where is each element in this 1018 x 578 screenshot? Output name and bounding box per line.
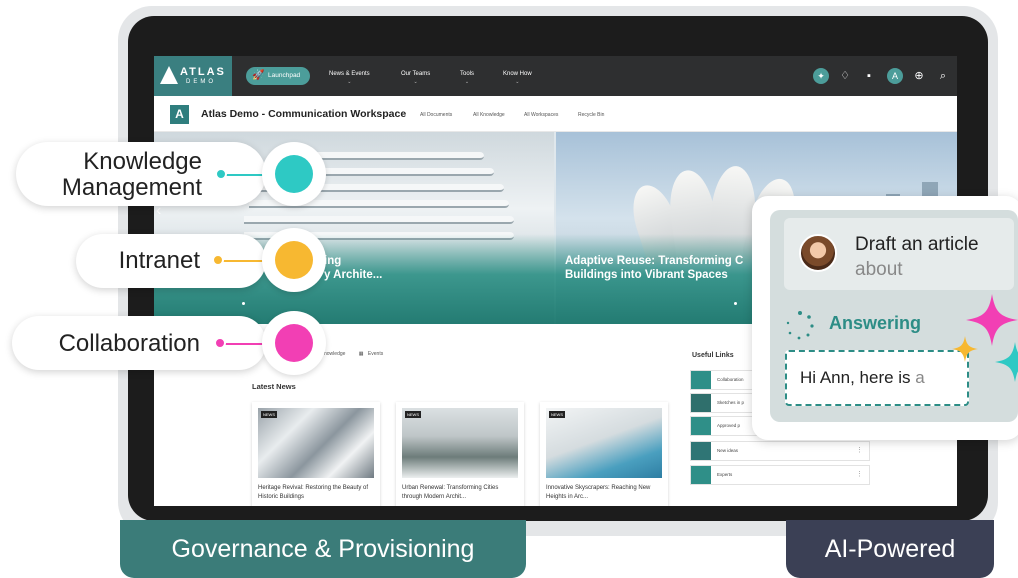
hero-caption-left-line1: ing (324, 255, 342, 267)
news-image: NEWS (546, 408, 662, 478)
carousel-dot[interactable] (734, 302, 737, 305)
reply-main: Hi Ann, here is (800, 368, 916, 387)
useful-link-item[interactable]: Experts ⋮ (690, 465, 870, 485)
copilot-icon[interactable]: A (887, 68, 903, 84)
site-link-all-knowledge[interactable]: All Knowledge (473, 112, 505, 118)
site-link-recycle-bin[interactable]: Recycle Bin (578, 112, 604, 118)
answering-status: Answering (829, 313, 922, 333)
top-navigation: ATLAS DEMO 🚀 Launchpad News & Events ⌄ O… (154, 56, 957, 96)
prompt-faded: about (855, 259, 903, 280)
news-tag: NEWS (261, 411, 277, 418)
chevron-down-icon: ⌄ (347, 79, 352, 85)
knowledge-circle-icon (275, 155, 313, 193)
callout-knowledge-line1: Knowledge (83, 148, 202, 175)
more-icon[interactable]: ⋮ (856, 470, 863, 478)
hero-caption-right[interactable]: Adaptive Reuse: Transforming C Buildings… (565, 254, 743, 282)
hero-caption-right-line2: Buildings into Vibrant Spaces (565, 269, 728, 281)
news-image: NEWS (258, 408, 374, 478)
news-tag: NEWS (549, 411, 565, 418)
chevron-down-icon: ⌄ (464, 79, 470, 85)
chevron-down-icon: ⌄ (413, 79, 418, 85)
nav-our-teams[interactable]: Our Teams ⌄ (401, 71, 431, 85)
link-icon (691, 371, 711, 389)
news-image: NEWS (402, 408, 518, 478)
news-title[interactable]: Urban Renewal: Transforming Cities throu… (402, 484, 520, 502)
useful-link-label: Approved p (717, 423, 741, 428)
loading-spinner-icon (786, 311, 814, 340)
launchpad-label: Launchpad (268, 72, 301, 79)
link-icon (691, 442, 711, 460)
sparkle-yellow-icon (952, 336, 978, 362)
user-prompt-text: Draft an article about (855, 232, 1015, 282)
nav-label: Know How (503, 71, 532, 77)
news-title[interactable]: Innovative Skyscrapers: Reaching New Hei… (546, 484, 664, 502)
ai-powered-banner: AI-Powered (786, 520, 994, 578)
site-header: A Atlas Demo - Communication Workspace A… (154, 96, 957, 132)
tab-events[interactable]: Events (368, 351, 383, 357)
useful-link-label: New ideas (717, 448, 739, 453)
collaboration-circle-icon (275, 324, 313, 362)
useful-link-label: Collaboration (717, 377, 744, 382)
logo-subtext: DEMO (186, 79, 216, 85)
site-logo: A (170, 105, 189, 124)
useful-links-heading: Useful Links (692, 352, 734, 359)
useful-link-label: Sketches in p (717, 400, 745, 405)
latest-news-heading: Latest News (252, 382, 296, 391)
nav-label: News & Events (329, 71, 370, 77)
callout-intranet-label: Intranet (118, 247, 200, 274)
nav-label: Tools (460, 71, 475, 77)
atlas-logo[interactable]: ATLAS DEMO (154, 56, 232, 96)
site-link-all-documents[interactable]: All Documents (420, 112, 452, 118)
prompt-main: Draft an article (855, 234, 979, 255)
news-card[interactable]: NEWS Urban Renewal: Transforming Cities … (396, 402, 524, 506)
atlas-assistant-icon[interactable]: ✦ (813, 68, 829, 84)
user-avatar (799, 234, 837, 272)
site-link-all-workspaces[interactable]: All Workspaces (524, 112, 558, 118)
atlas-logo-mark-icon (160, 66, 178, 84)
knowledge-dot-icon (215, 168, 227, 180)
intranet-circle-icon (275, 241, 313, 279)
reply-faded: a (915, 368, 925, 387)
search-icon[interactable]: ⌕ (935, 68, 951, 84)
link-icon (691, 466, 711, 484)
governance-provisioning-banner: Governance & Provisioning (120, 520, 526, 578)
news-title[interactable]: Heritage Revival: Restoring the Beauty o… (258, 484, 376, 502)
chat-icon[interactable]: ▪ (861, 68, 877, 84)
ai-reply-text: Hi Ann, here is a (800, 368, 925, 388)
bell-icon[interactable]: ♢ (837, 68, 853, 84)
callout-collaboration-label: Collaboration (58, 330, 200, 357)
hero-caption-right-line1: Adaptive Reuse: Transforming C (565, 255, 744, 267)
collaboration-dot-icon (214, 337, 226, 349)
hero-caption-left-line2: y Archite... (324, 269, 383, 281)
news-card[interactable]: NEWS Innovative Skyscrapers: Reaching Ne… (540, 402, 668, 506)
news-card[interactable]: NEWS Heritage Revival: Restoring the Bea… (252, 402, 380, 506)
useful-link-label: Experts (717, 472, 733, 477)
logo-text: ATLAS (180, 66, 226, 78)
site-title[interactable]: Atlas Demo - Communication Workspace (201, 108, 406, 120)
callout-knowledge-label: Knowledge Management (36, 149, 202, 201)
chevron-down-icon: ⌄ (515, 79, 520, 85)
callout-knowledge-line2: Management (61, 174, 202, 201)
link-icon (691, 394, 711, 412)
useful-link-item[interactable]: New ideas ⋮ (690, 441, 870, 461)
intranet-dot-icon (212, 254, 224, 266)
launchpad-button[interactable]: 🚀 Launchpad (246, 67, 310, 85)
content-tabs: nowledge ▦ Events (324, 351, 383, 357)
tab-knowledge[interactable]: nowledge (324, 351, 345, 357)
nav-know-how[interactable]: Know How ⌄ (503, 71, 532, 85)
carousel-dot[interactable] (242, 302, 245, 305)
calendar-icon: ▦ (358, 351, 364, 357)
hero-caption-left[interactable]: ing y Archite... (324, 254, 382, 282)
news-tag: NEWS (405, 411, 421, 418)
more-icon[interactable]: ⋮ (856, 446, 863, 454)
sparkle-teal-icon (995, 342, 1018, 382)
nav-news-events[interactable]: News & Events ⌄ (329, 71, 370, 85)
add-circle-icon[interactable]: ⊕ (911, 68, 927, 84)
link-icon (691, 417, 711, 435)
nav-label: Our Teams (401, 71, 431, 77)
rocket-icon: 🚀 (252, 70, 265, 81)
nav-tools[interactable]: Tools ⌄ (460, 71, 475, 85)
